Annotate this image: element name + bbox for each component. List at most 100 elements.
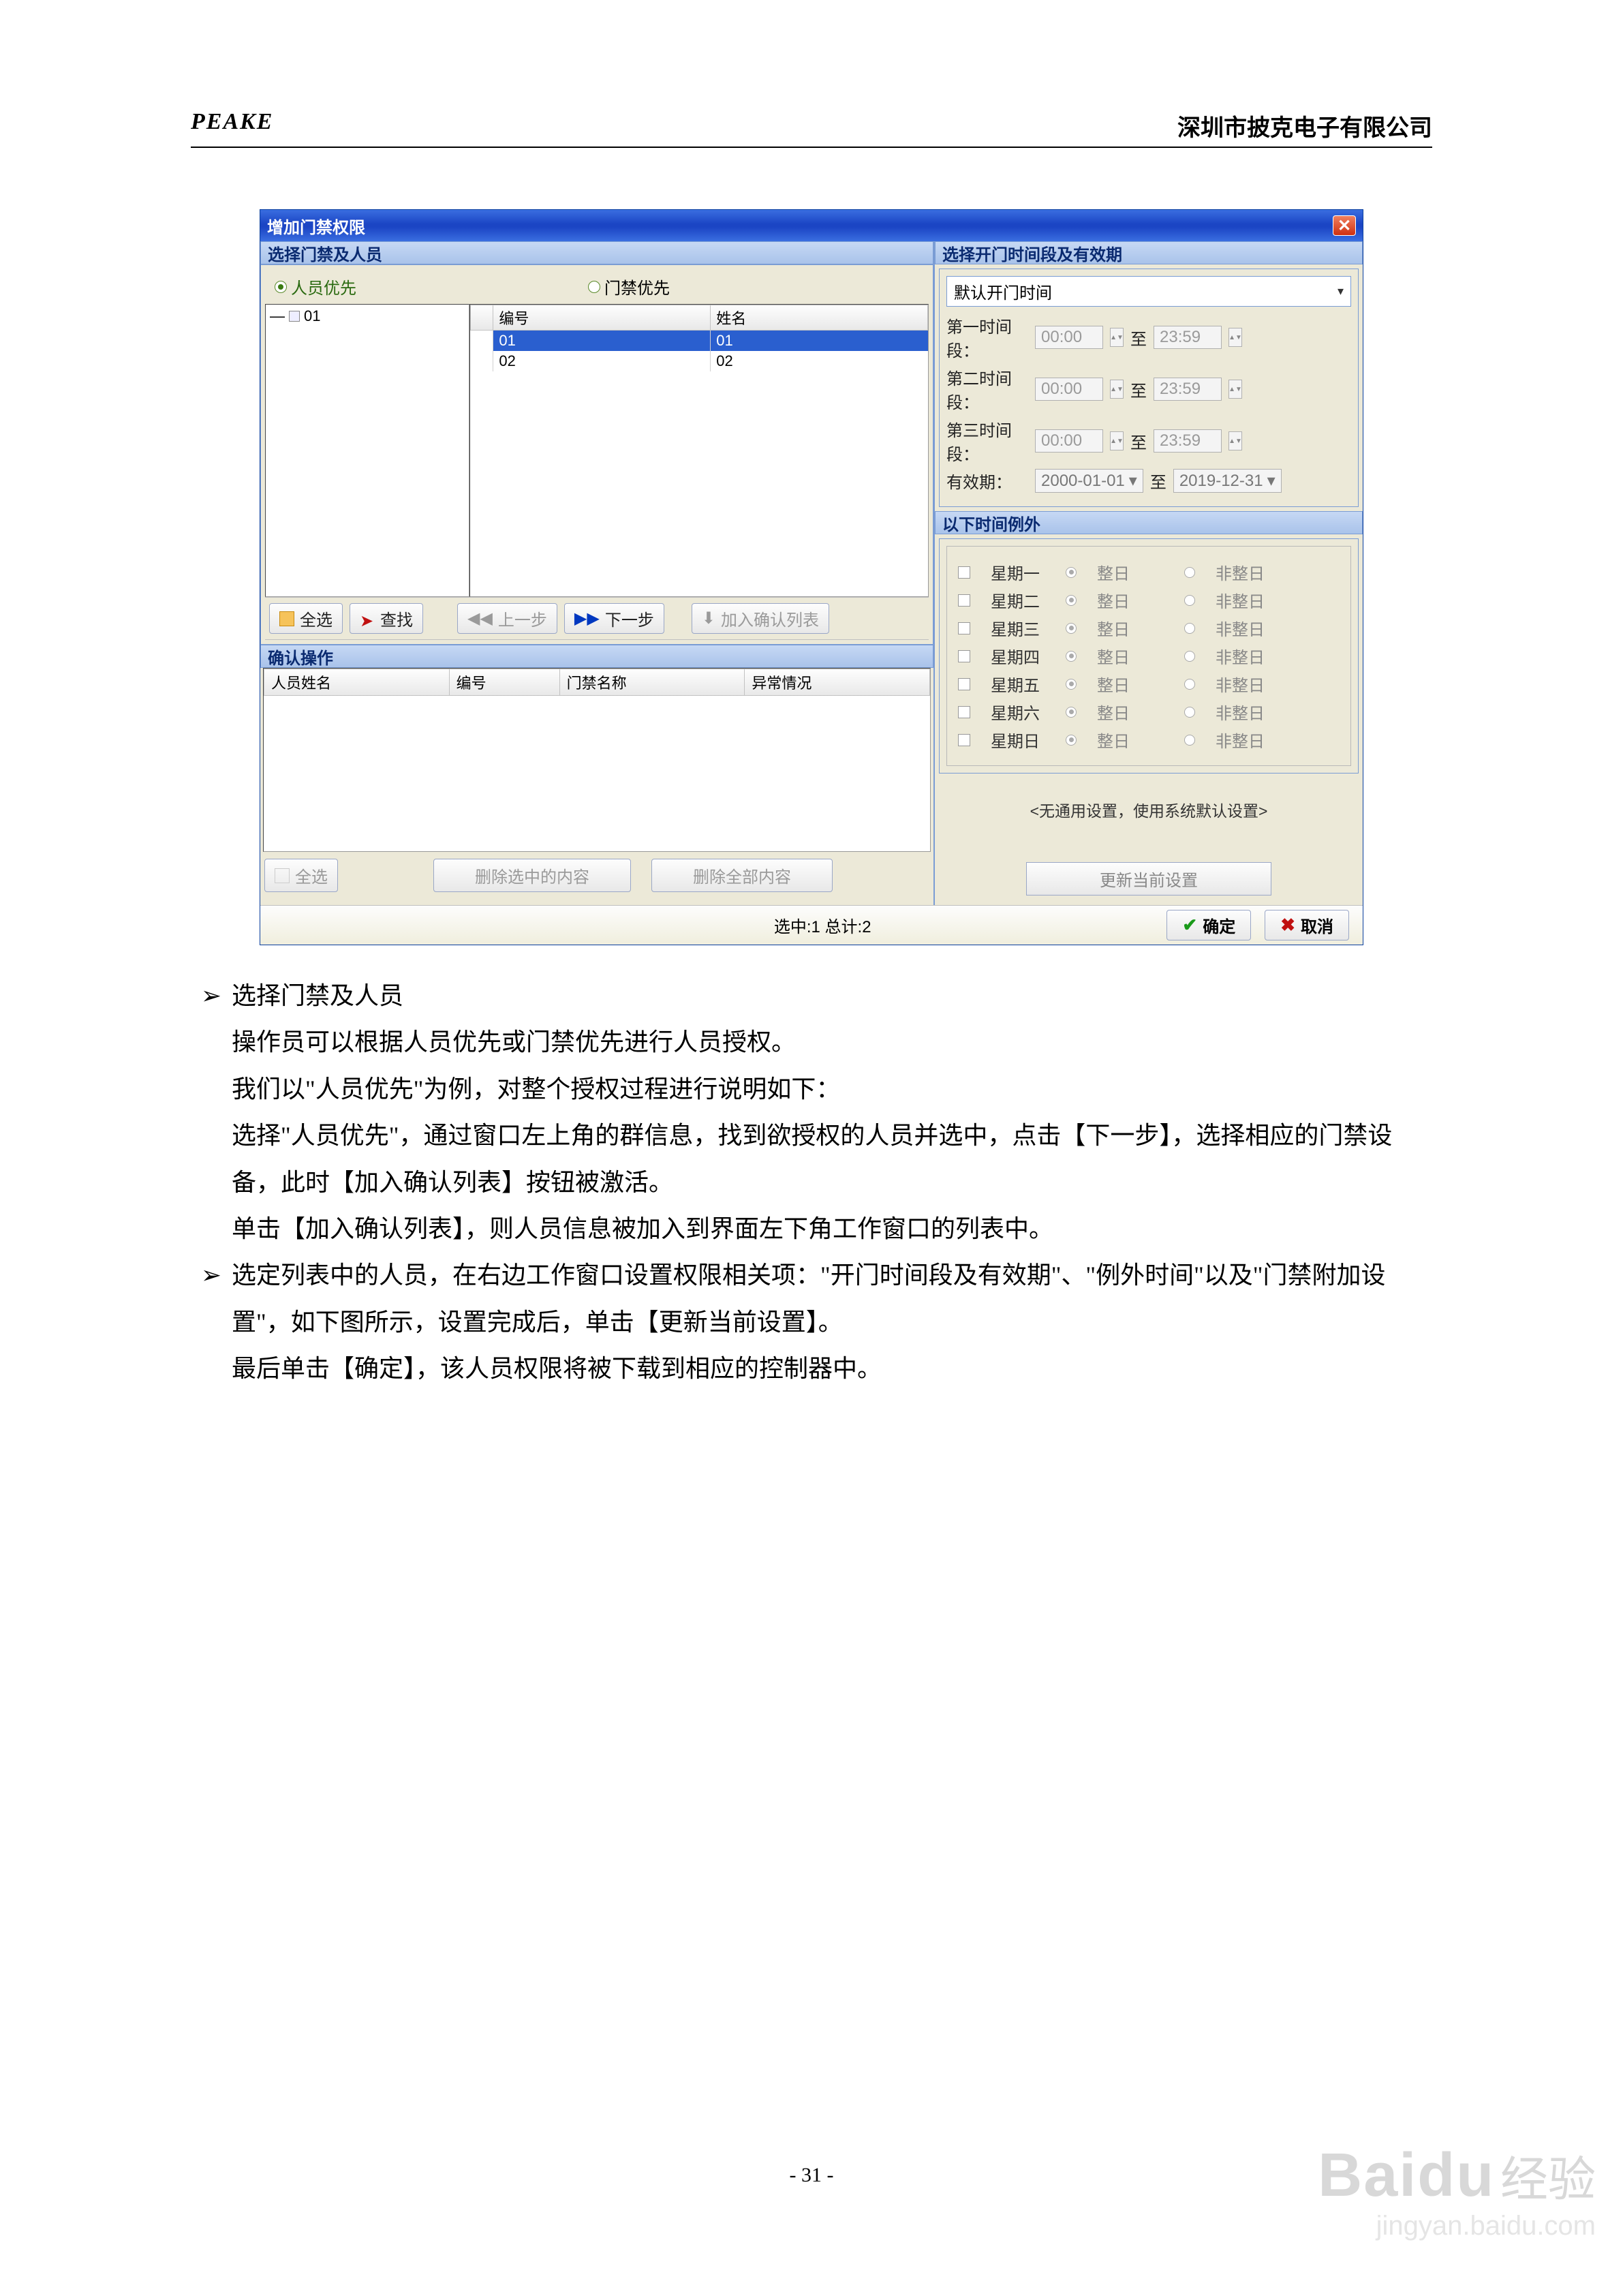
dialog-titlebar: 增加门禁权限 ✕ [260, 210, 1363, 241]
time-from[interactable]: 00:00 [1035, 429, 1103, 453]
radio-whole[interactable] [1066, 735, 1077, 746]
brand: PEAKE [191, 109, 273, 142]
spinner-icon[interactable]: ▲▼ [1110, 380, 1124, 399]
close-button[interactable]: ✕ [1333, 215, 1356, 236]
prose-line: 选择"人员优先"，通过窗口左上角的群信息，找到欲授权的人员并选中，点击【下一步】… [191, 1112, 1432, 1206]
addconfirm-button[interactable]: ⬇ 加入确认列表 [692, 603, 829, 634]
checkbox[interactable] [958, 566, 970, 579]
radio-notwhole[interactable] [1184, 707, 1195, 718]
chevron-down-icon: ▾ [1338, 284, 1344, 299]
watermark-cn: 经验 [1500, 2153, 1596, 2206]
time-label: 第一时间段： [946, 313, 1028, 361]
time-row-3: 第三时间段： 00:00 ▲▼ 至 23:59 ▲▼ [946, 417, 1351, 465]
radio-notwhole[interactable] [1184, 735, 1195, 746]
next-button[interactable]: ▶▶ 下一步 [564, 603, 664, 634]
person-grid[interactable]: 编号 姓名 ▶ 01 01 02 [469, 304, 929, 597]
radio-label: 门禁优先 [604, 275, 670, 299]
grid-row[interactable]: 02 02 [471, 351, 928, 371]
checkbox[interactable] [958, 706, 970, 718]
selectall2-button[interactable]: 全选 [264, 859, 338, 892]
checkbox[interactable] [958, 734, 970, 746]
delete-selected-button[interactable]: 删除选中的内容 [433, 859, 631, 892]
col[interactable]: 门禁名称 [559, 669, 745, 696]
radio-whole[interactable] [1066, 595, 1077, 606]
time-to[interactable]: 23:59 [1154, 326, 1222, 349]
radio-notwhole[interactable] [1184, 595, 1195, 606]
checkbox[interactable] [958, 678, 970, 690]
left-section-header: 选择门禁及人员 [260, 241, 933, 264]
btn-label: 上一步 [498, 607, 547, 630]
to-label: 至 [1150, 469, 1166, 493]
col-name[interactable]: 姓名 [711, 305, 928, 331]
open-time-combo[interactable]: 默认开门时间 ▾ [946, 276, 1351, 307]
col-id[interactable]: 编号 [493, 305, 711, 331]
watermark: Baidu 经验 jingyan.baidu.com [1318, 2141, 1596, 2241]
x-icon: ✖ [1280, 915, 1295, 936]
radio-whole[interactable] [1066, 567, 1077, 578]
chevron-down-icon: ▾ [1267, 471, 1276, 491]
day-row: 星期四整日非整日 [958, 644, 1340, 668]
spinner-icon[interactable]: ▲▼ [1110, 431, 1124, 450]
time-from[interactable]: 00:00 [1035, 326, 1103, 349]
watermark-brand: Bai [1318, 2141, 1417, 2209]
cancel-button[interactable]: ✖ 取消 [1265, 910, 1349, 940]
whole-label: 整日 [1097, 588, 1130, 612]
radio-person-priority[interactable]: 人员优先 [275, 275, 356, 299]
day-row: 星期六整日非整日 [958, 700, 1340, 724]
spinner-icon[interactable]: ▲▼ [1228, 380, 1242, 399]
checkbox[interactable] [958, 650, 970, 662]
tree-item[interactable]: — 01 [270, 307, 465, 325]
radio-whole[interactable] [1066, 651, 1077, 662]
no-general-setting: <无通用设置，使用系统默认设置> [935, 778, 1363, 862]
grid-cell: 01 [493, 331, 711, 352]
selectall-button[interactable]: 全选 [269, 603, 343, 634]
prose-line: 最后单击【确定】，该人员权限将被下载到相应的控制器中。 [191, 1345, 1432, 1392]
company: 深圳市披克电子有限公司 [1177, 109, 1432, 142]
watermark-url: jingyan.baidu.com [1318, 2211, 1596, 2241]
radio-notwhole[interactable] [1184, 679, 1195, 690]
radio-whole[interactable] [1066, 707, 1077, 718]
confirm-table[interactable]: 人员姓名 编号 门禁名称 异常情况 [263, 668, 931, 852]
whole-label: 整日 [1097, 644, 1130, 668]
checkbox[interactable] [958, 622, 970, 634]
dialog-title: 增加门禁权限 [267, 214, 365, 238]
prev-button[interactable]: ◀◀ 上一步 [457, 603, 557, 634]
valid-from[interactable]: 2000-01-01 ▾ [1035, 469, 1143, 493]
ok-button[interactable]: ✔ 确定 [1166, 910, 1251, 940]
radio-whole[interactable] [1066, 679, 1077, 690]
col[interactable]: 编号 [449, 669, 559, 696]
valid-to[interactable]: 2019-12-31 ▾ [1173, 469, 1282, 493]
combo-value: 默认开门时间 [954, 279, 1052, 303]
prose-title: 选择门禁及人员 [232, 973, 1432, 1019]
delete-all-button[interactable]: 删除全部内容 [651, 859, 833, 892]
radio-notwhole[interactable] [1184, 567, 1195, 578]
prev-icon: ◀◀ [467, 609, 493, 628]
col[interactable]: 人员姓名 [264, 669, 450, 696]
day-label: 星期一 [991, 560, 1045, 584]
update-settings-button[interactable]: 更新当前设置 [1026, 862, 1271, 896]
spinner-icon[interactable]: ▲▼ [1228, 328, 1242, 347]
group-tree[interactable]: — 01 [265, 304, 469, 597]
radio-whole[interactable] [1066, 623, 1077, 634]
checkbox[interactable] [958, 594, 970, 607]
spinner-icon[interactable]: ▲▼ [1110, 328, 1124, 347]
time-to[interactable]: 23:59 [1154, 429, 1222, 453]
day-row: 星期日整日非整日 [958, 728, 1340, 752]
time-to[interactable]: 23:59 [1154, 378, 1222, 401]
day-row: 星期三整日非整日 [958, 616, 1340, 640]
radio-notwhole[interactable] [1184, 651, 1195, 662]
exception-header: 以下时间例外 [935, 511, 1363, 534]
col[interactable]: 异常情况 [745, 669, 930, 696]
prose: ➢ 选择门禁及人员 操作员可以根据人员优先或门禁优先进行人员授权。 我们以"人员… [191, 973, 1432, 1392]
find-button[interactable]: ➤ 查找 [350, 603, 423, 634]
radio-gate-priority[interactable]: 门禁优先 [588, 275, 670, 299]
valid-label: 有效期： [946, 469, 1028, 493]
day-row: 星期二整日非整日 [958, 588, 1340, 612]
btn-label: 确定 [1203, 913, 1235, 937]
time-row-1: 第一时间段： 00:00 ▲▼ 至 23:59 ▲▼ [946, 313, 1351, 361]
spinner-icon[interactable]: ▲▼ [1228, 431, 1242, 450]
grid-row[interactable]: ▶ 01 01 [471, 331, 928, 352]
time-from[interactable]: 00:00 [1035, 378, 1103, 401]
radio-notwhole[interactable] [1184, 623, 1195, 634]
day-label: 星期四 [991, 644, 1045, 668]
